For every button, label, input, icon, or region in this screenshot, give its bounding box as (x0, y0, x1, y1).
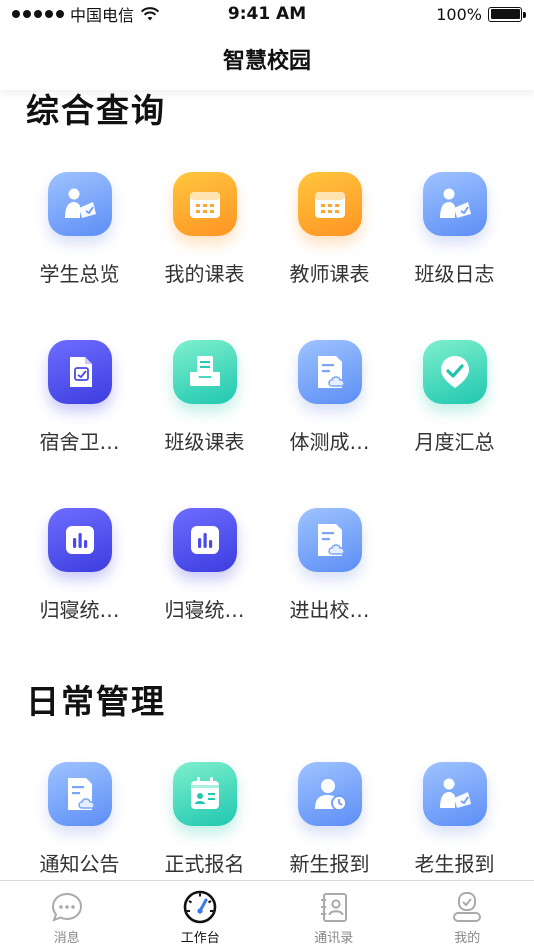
battery-percent: 100% (436, 4, 482, 24)
app-tile[interactable]: 通知公告 (17, 750, 142, 880)
speedometer-icon (182, 889, 218, 925)
student-reading-icon (47, 172, 112, 236)
app-tile[interactable]: 教师课表 (267, 160, 392, 296)
app-tile-label: 老生报到 (414, 852, 495, 876)
calendar-icon (297, 172, 362, 236)
app-tile[interactable]: 正式报名 (142, 750, 267, 880)
check-badge-icon (422, 340, 487, 404)
navigation-bar: 智慧校园 (0, 28, 534, 90)
app-tile-label: 正式报名 (164, 852, 245, 876)
person-clock-icon (297, 762, 362, 826)
battery-icon (488, 6, 526, 22)
signal-strength-icon (12, 10, 64, 18)
status-bar: 中国电信 9:41 AM 100% (0, 0, 534, 28)
id-card-calendar-icon (172, 762, 237, 826)
app-tile-label: 月度汇总 (414, 430, 495, 454)
app-tile-label: 归寝统… (164, 598, 245, 622)
section-title-daily: 日常管理 (26, 682, 166, 721)
app-tile[interactable]: 老生报到 (392, 750, 517, 880)
status-left: 中国电信 (12, 2, 160, 26)
workbench-content[interactable]: 综合查询 学生总览 我的课表 教师课表 班级日志宿舍卫… 班级课表 体测成… 月度汇总归寝统… (0, 90, 534, 880)
tab-contacts[interactable]: 通讯录 (267, 881, 401, 950)
app-tile-label: 宿舍卫… (39, 430, 120, 454)
app-tile-label: 教师课表 (289, 262, 370, 286)
app-tile-label: 归寝统… (39, 598, 120, 622)
tab-workbench[interactable]: 工作台 (134, 881, 268, 950)
app-tile[interactable]: 班级课表 (142, 328, 267, 464)
wifi-icon (140, 7, 160, 21)
app-tile-label: 我的课表 (164, 262, 245, 286)
tab-messages[interactable]: 消息 (0, 881, 134, 950)
app-tile[interactable]: 体测成… (267, 328, 392, 464)
app-tile[interactable]: 班级日志 (392, 160, 517, 296)
app-tile[interactable]: 归寝统… (17, 496, 142, 632)
document-cloud-icon (297, 508, 362, 572)
query-grid: 学生总览 我的课表 教师课表 班级日志宿舍卫… 班级课表 体测成… 月度汇总归寝统… 归寝统…… (17, 160, 517, 632)
document-cloud-icon (297, 340, 362, 404)
contacts-icon (316, 889, 352, 925)
section-title-query: 综合查询 (26, 91, 166, 130)
tab-label: 工作台 (180, 931, 220, 946)
app-tile[interactable]: 月度汇总 (392, 328, 517, 464)
app-tile-label: 进出校… (289, 598, 370, 622)
calendar-icon (172, 172, 237, 236)
app-tile[interactable]: 学生总览 (17, 160, 142, 296)
carrier-name: 中国电信 (70, 6, 135, 25)
app-tile[interactable]: 我的课表 (142, 160, 267, 296)
tab-label: 通讯录 (314, 931, 354, 946)
document-check-icon (47, 340, 112, 404)
daily-grid: 通知公告 正式报名 新生报到 老生报到 (17, 750, 517, 880)
page-title: 智慧校园 (222, 49, 311, 74)
app-tile-label: 班级课表 (164, 430, 245, 454)
app-tile-label: 新生报到 (289, 852, 370, 876)
student-reading-icon (422, 172, 487, 236)
app-tile-label: 通知公告 (39, 852, 120, 876)
tab-bar: 消息 工作台 通讯录 我的 (0, 880, 534, 950)
status-right: 100% (436, 4, 526, 24)
app-tile-label: 体测成… (289, 430, 370, 454)
student-reading-icon (422, 762, 487, 826)
tab-label: 我的 (454, 931, 481, 946)
app-tile[interactable]: 宿舍卫… (17, 328, 142, 464)
bar-chart-icon (172, 508, 237, 572)
tray-document-icon (172, 340, 237, 404)
tab-me[interactable]: 我的 (401, 881, 534, 950)
app-tile[interactable]: 进出校… (267, 496, 392, 632)
bar-chart-icon (47, 508, 112, 572)
app-tile[interactable]: 新生报到 (267, 750, 392, 880)
tab-label: 消息 (53, 931, 80, 946)
app-tile-label: 学生总览 (39, 262, 120, 286)
app-tile[interactable]: 归寝统… (142, 496, 267, 632)
app-tile-label: 班级日志 (414, 262, 495, 286)
document-cloud-icon (47, 762, 112, 826)
chat-bubble-icon (49, 889, 85, 925)
profile-icon (449, 889, 485, 925)
